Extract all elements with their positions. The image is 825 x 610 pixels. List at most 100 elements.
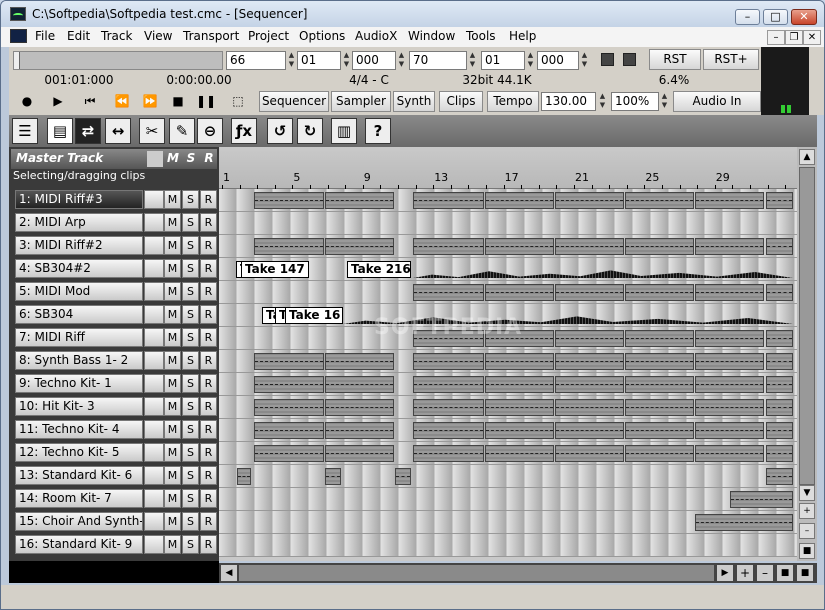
track-color-swatch[interactable] [144, 512, 164, 531]
track-name[interactable]: 6: SB304 [15, 305, 143, 324]
solo-toggle[interactable]: S [182, 420, 199, 439]
track-header[interactable]: 5: MIDI Mod M S R [11, 281, 217, 302]
midi-clip[interactable] [766, 330, 793, 347]
tick-field[interactable]: 000 [352, 51, 396, 70]
track-name[interactable]: 15: Choir And Synth- 8 [15, 512, 143, 531]
tab-synth[interactable]: Synth [393, 91, 435, 112]
track-color-swatch[interactable] [144, 420, 164, 439]
track-lane[interactable] [219, 442, 797, 465]
tracklist-icon[interactable]: ☰ [12, 118, 38, 144]
master-mute[interactable]: M [165, 151, 181, 165]
midi-clip[interactable] [413, 238, 484, 255]
midi-clip[interactable] [395, 468, 411, 485]
beat-spin-icon[interactable]: ▲ ▼ [341, 51, 352, 70]
track-header[interactable]: 6: SB304 M S R [11, 304, 217, 325]
record-toggle[interactable]: R [200, 190, 217, 209]
beat-field[interactable]: 01 [297, 51, 341, 70]
menu-file[interactable]: File [35, 29, 55, 43]
zoom-reset-horizontal-icon[interactable]: ■ [777, 565, 793, 581]
mute-toggle[interactable]: M [164, 282, 181, 301]
zoom-in-horizontal-icon[interactable]: + [737, 565, 753, 581]
midi-clip[interactable] [695, 330, 764, 347]
midi-clip[interactable] [555, 330, 624, 347]
mute-toggle[interactable]: M [164, 351, 181, 370]
menu-project[interactable]: Project [248, 29, 289, 43]
midi-clip[interactable] [555, 399, 624, 416]
mdi-close-icon[interactable]: ✕ [803, 30, 821, 45]
midi-clip[interactable] [695, 376, 764, 393]
record-toggle[interactable]: R [200, 328, 217, 347]
track-lane[interactable] [219, 419, 797, 442]
end-beat-spin-icon[interactable]: ▲ ▼ [525, 51, 536, 70]
tab-sampler[interactable]: Sampler [331, 91, 391, 112]
midi-clip[interactable] [625, 399, 694, 416]
zoom-out-horizontal-icon[interactable]: – [757, 565, 773, 581]
track-header[interactable]: 4: SB304#2 M S R [11, 258, 217, 279]
track-lane[interactable] [219, 189, 797, 212]
solo-toggle[interactable]: S [182, 305, 199, 324]
scissors-icon[interactable]: ✂ [139, 118, 165, 144]
zoom-out-vertical-icon[interactable]: – [799, 523, 815, 539]
midi-clip[interactable] [555, 422, 624, 439]
mute-toggle[interactable]: M [164, 259, 181, 278]
midi-clip[interactable] [766, 422, 793, 439]
mute-toggle[interactable]: M [164, 397, 181, 416]
menu-window[interactable]: Window [408, 29, 455, 43]
mute-toggle[interactable]: M [164, 374, 181, 393]
track-color-swatch[interactable] [144, 443, 164, 462]
solo-toggle[interactable]: S [182, 374, 199, 393]
solo-toggle[interactable]: S [182, 397, 199, 416]
track-lane[interactable]: TTake 147Take 216 [219, 258, 797, 281]
master-color-swatch[interactable] [147, 151, 163, 167]
midi-clip[interactable] [254, 238, 324, 255]
fast-forward-icon[interactable]: ⏩ [137, 91, 163, 112]
mdi-restore-icon[interactable]: ❐ [785, 30, 803, 45]
solo-toggle[interactable]: S [182, 443, 199, 462]
midi-clip[interactable] [254, 376, 324, 393]
record-toggle[interactable]: R [200, 420, 217, 439]
zoom-spin-icon[interactable]: ▲ ▼ [659, 92, 670, 111]
track-lane[interactable] [219, 396, 797, 419]
track-name[interactable]: 10: Hit Kit- 3 [15, 397, 143, 416]
record-toggle[interactable]: R [200, 535, 217, 554]
bar-field[interactable]: 66 [226, 51, 286, 70]
midi-clip[interactable] [625, 445, 694, 462]
track-header[interactable]: 12: Techno Kit- 5 M S R [11, 442, 217, 463]
end-tick-field[interactable]: 000 [537, 51, 579, 70]
rst-plus-button[interactable]: RST+ [703, 49, 759, 70]
rst-button[interactable]: RST [649, 49, 701, 70]
track-lane[interactable] [219, 235, 797, 258]
resize-tool-icon[interactable]: ↔ [105, 118, 131, 144]
midi-clip[interactable] [766, 192, 793, 209]
move-tool-icon[interactable]: ⇄ [75, 118, 101, 144]
master-solo[interactable]: S [183, 151, 199, 165]
record-toggle[interactable]: R [200, 259, 217, 278]
track-name[interactable]: 5: MIDI Mod [15, 282, 143, 301]
audio-waveform[interactable] [413, 270, 793, 278]
menu-tools[interactable]: Tools [466, 29, 496, 43]
record-toggle[interactable]: R [200, 374, 217, 393]
solo-toggle[interactable]: S [182, 213, 199, 232]
track-name[interactable]: 7: MIDI Riff [15, 328, 143, 347]
midi-clip[interactable] [625, 192, 694, 209]
midi-clip[interactable] [695, 399, 764, 416]
scroll-thumb[interactable] [799, 167, 815, 485]
midi-clip[interactable] [325, 422, 394, 439]
track-name[interactable]: 8: Synth Bass 1- 2 [15, 351, 143, 370]
end-bar-spin-icon[interactable]: ▲ ▼ [467, 51, 478, 70]
tempo-spin-icon[interactable]: ▲ ▼ [597, 92, 608, 111]
zoom-in-vertical-icon[interactable]: + [799, 503, 815, 519]
record-toggle[interactable]: R [200, 397, 217, 416]
midi-clip[interactable] [413, 399, 484, 416]
midi-clip[interactable] [625, 238, 694, 255]
scroll-down-icon[interactable]: ▼ [799, 485, 815, 501]
fx-icon[interactable]: ƒx [231, 118, 257, 144]
track-name[interactable]: 11: Techno Kit- 4 [15, 420, 143, 439]
rewind-icon[interactable]: ⏪ [109, 91, 135, 112]
record-toggle[interactable]: R [200, 443, 217, 462]
midi-clip[interactable] [695, 192, 764, 209]
track-color-swatch[interactable] [144, 397, 164, 416]
zoom-fit-horizontal-icon[interactable]: ■ [797, 565, 813, 581]
loop-toggle[interactable] [601, 53, 614, 66]
track-color-swatch[interactable] [144, 466, 164, 485]
